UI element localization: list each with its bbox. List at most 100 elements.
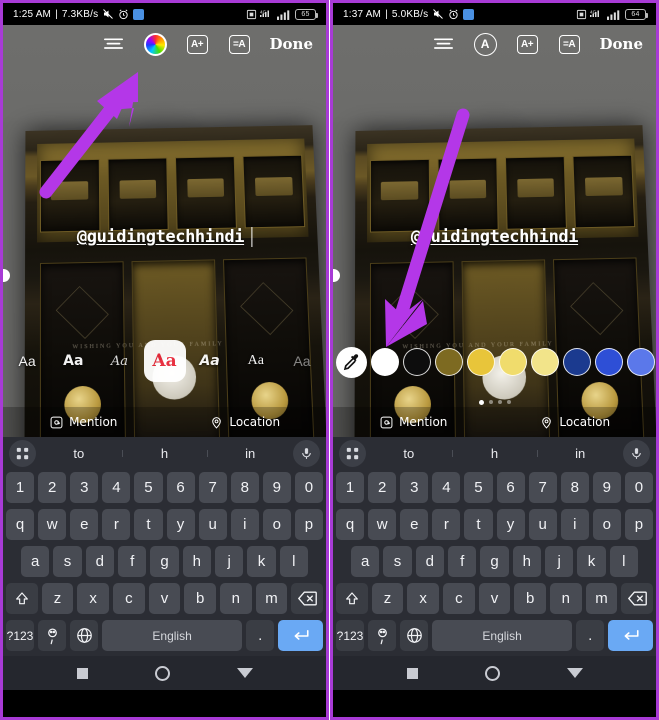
key-t[interactable]: t [464,509,493,540]
key-l[interactable]: l [609,546,638,577]
key-t[interactable]: t [134,509,163,540]
grid-icon[interactable] [9,439,36,467]
key-4[interactable]: 4 [432,472,461,503]
key-v[interactable]: v [478,583,511,614]
font-option-2[interactable]: Aa [97,354,141,369]
key-y[interactable]: y [166,509,195,540]
emoji-comma-key[interactable] [368,620,397,651]
key-z[interactable]: z [41,583,74,614]
key-d[interactable]: d [85,546,114,577]
suggestion-2[interactable]: in [207,446,293,461]
key-m[interactable]: m [255,583,288,614]
key-b[interactable]: b [514,583,547,614]
key-4[interactable]: 4 [102,472,131,503]
key-9[interactable]: 9 [262,472,291,503]
mention-button[interactable]: Mention [333,415,495,429]
suggestion-1[interactable]: h [121,446,208,461]
key-1[interactable]: 1 [336,472,365,503]
home-circle-icon[interactable] [154,665,170,681]
font-carousel[interactable]: Aa Aa Aa Aa Aa Aa Aa [3,339,326,383]
key-l[interactable]: l [279,546,308,577]
font-option-5[interactable]: Aa [234,353,278,369]
key-o[interactable]: o [592,509,621,540]
key-d[interactable]: d [415,546,444,577]
key-1[interactable]: 1 [6,472,35,503]
mention-button[interactable]: Mention [3,415,165,429]
key-o[interactable]: o [262,509,291,540]
microphone-icon[interactable] [623,439,650,467]
shift-key[interactable] [335,583,368,614]
page-dot[interactable] [497,400,502,404]
home-circle-icon[interactable] [484,665,500,681]
key-8[interactable]: 8 [560,472,589,503]
key-f[interactable]: f [448,546,477,577]
page-dot[interactable] [488,400,493,404]
key-g[interactable]: g [480,546,509,577]
text-effects-icon[interactable]: A+ [516,33,539,56]
key-9[interactable]: 9 [592,472,621,503]
key-a[interactable]: a [21,546,50,577]
microphone-icon[interactable] [293,439,320,467]
period-key[interactable]: . [246,620,275,651]
emoji-comma-key[interactable] [38,620,67,651]
color-wheel-icon[interactable] [143,32,167,56]
key-a[interactable]: a [351,546,380,577]
space-key[interactable]: English [432,620,573,651]
key-r[interactable]: r [432,509,461,540]
key-3[interactable]: 3 [70,472,99,503]
key-0[interactable]: 0 [294,472,323,503]
story-text-overlay[interactable]: @guidingtechhindi [77,227,253,247]
key-2[interactable]: 2 [38,472,67,503]
key-g[interactable]: g [150,546,179,577]
font-option-selected[interactable]: Aa [143,340,186,382]
key-e[interactable]: e [70,509,99,540]
suggestion-2[interactable]: in [537,446,623,461]
color-swatch-light-gold[interactable] [499,348,527,376]
key-s[interactable]: s [53,546,82,577]
location-button[interactable]: Location [495,415,657,429]
font-option-4[interactable]: Aa [188,353,232,369]
key-8[interactable]: 8 [230,472,259,503]
key-b[interactable]: b [184,583,217,614]
recents-square-icon[interactable] [406,667,418,679]
page-dot-active[interactable] [478,400,484,405]
color-swatch-pale-yellow[interactable] [531,348,559,376]
text-align-icon[interactable] [432,33,455,56]
text-style-icon[interactable]: =A [228,33,251,56]
font-option-0[interactable]: Aa [5,353,49,369]
font-option-1[interactable]: Aa [51,353,95,369]
key-r[interactable]: r [102,509,131,540]
key-0[interactable]: 0 [624,472,653,503]
key-k[interactable]: k [577,546,606,577]
key-2[interactable]: 2 [368,472,397,503]
key-e[interactable]: e [400,509,429,540]
key-3[interactable]: 3 [400,472,429,503]
key-h[interactable]: h [512,546,541,577]
suggestion-0[interactable]: to [36,446,122,461]
symbols-key[interactable]: ?123 [6,620,35,651]
location-button[interactable]: Location [165,415,327,429]
key-j[interactable]: j [214,546,244,577]
key-x[interactable]: x [77,583,109,614]
key-u[interactable]: u [198,509,227,540]
eyedropper-button[interactable] [336,346,367,378]
key-5[interactable]: 5 [134,472,163,503]
text-effects-icon[interactable]: A+ [186,33,209,56]
recents-square-icon[interactable] [76,667,88,679]
color-swatch-light-blue[interactable] [627,348,655,376]
grid-icon[interactable] [339,439,366,467]
key-s[interactable]: s [383,546,412,577]
enter-key[interactable] [608,620,653,651]
font-option-6[interactable]: Aa [280,353,324,369]
color-swatch-blue[interactable] [595,348,623,376]
suggestion-1[interactable]: h [451,446,538,461]
shift-key[interactable] [5,583,38,614]
key-y[interactable]: y [496,509,525,540]
text-align-icon[interactable] [102,33,125,56]
key-v[interactable]: v [148,583,181,614]
key-n[interactable]: n [550,583,582,614]
backspace-key[interactable] [621,583,654,614]
color-swatch-gold[interactable] [467,348,495,376]
key-5[interactable]: 5 [464,472,493,503]
story-text-overlay[interactable]: @guidingtechhindi [411,227,579,247]
